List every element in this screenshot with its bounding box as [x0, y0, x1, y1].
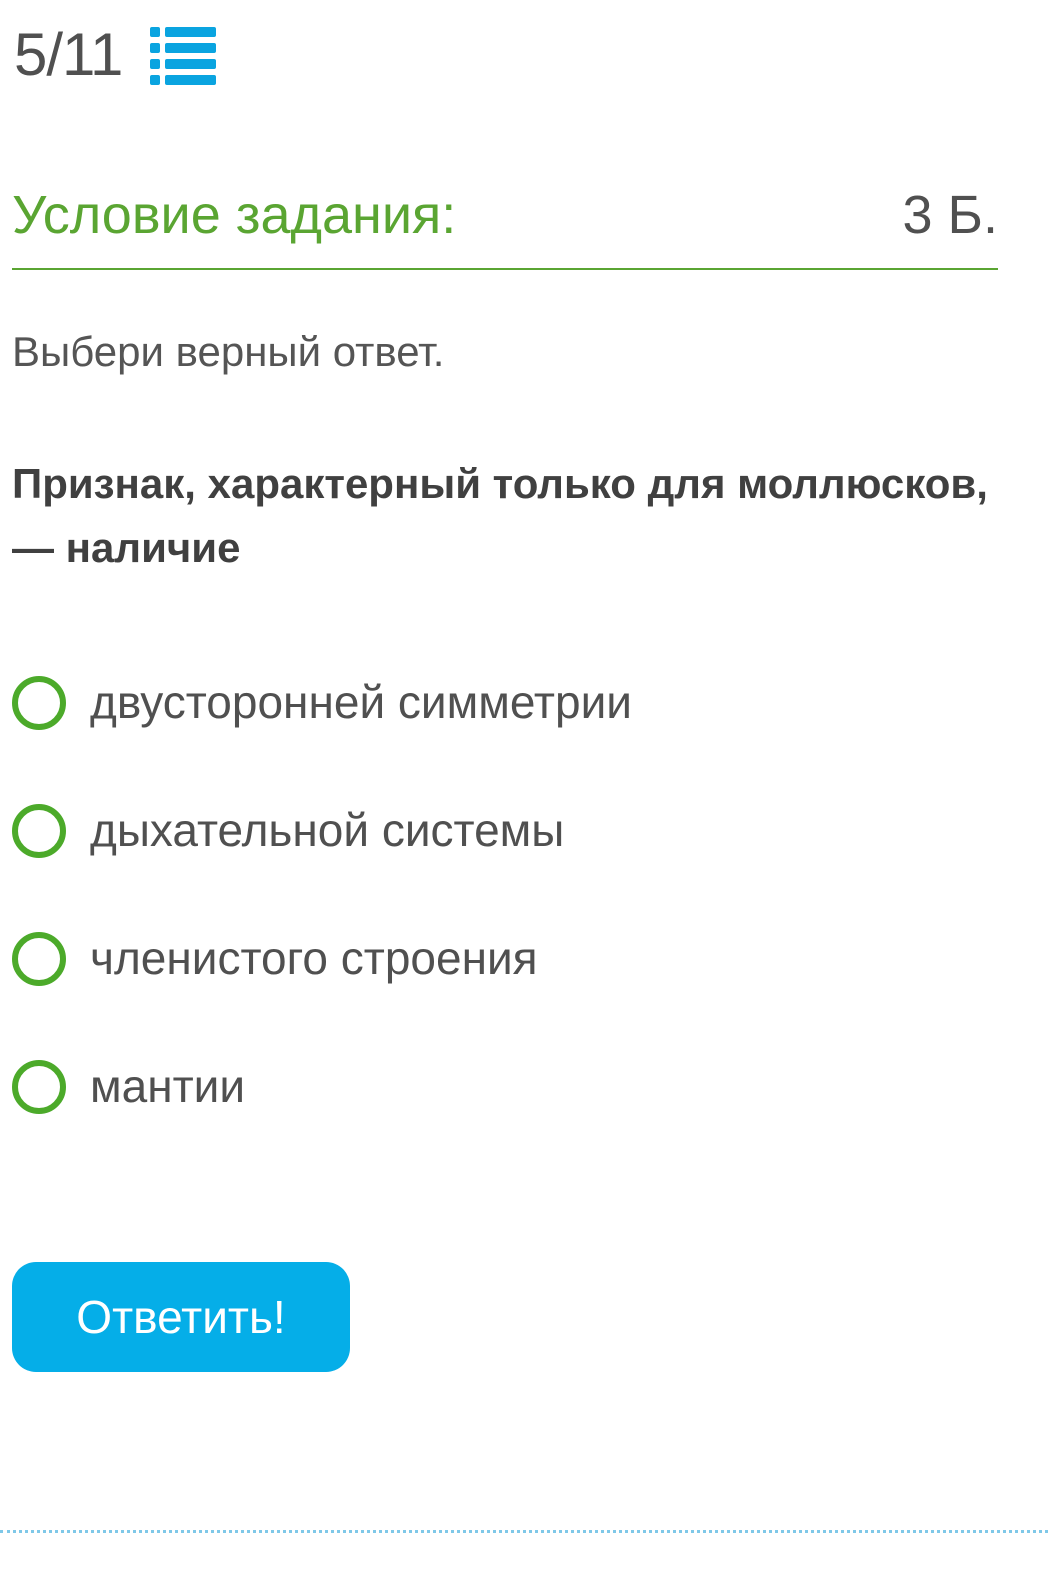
radio-button[interactable]: [12, 804, 66, 858]
question-counter: 5/11: [14, 21, 123, 88]
instruction-text: Выбери верный ответ.: [12, 328, 445, 375]
answer-option[interactable]: двусторонней симметрии: [12, 670, 1012, 798]
submit-button[interactable]: Ответить!: [12, 1262, 350, 1372]
dotted-divider: [0, 1530, 1048, 1533]
radio-button[interactable]: [12, 932, 66, 986]
radio-button[interactable]: [12, 1060, 66, 1114]
answer-option-label: двусторонней симметрии: [90, 676, 632, 728]
answer-option[interactable]: членистого строения: [12, 926, 1012, 1054]
answer-option-label: дыхательной системы: [90, 804, 565, 856]
answer-option[interactable]: дыхательной системы: [12, 798, 1012, 926]
question-text: Признак, характерный только для моллюско…: [12, 460, 988, 571]
task-title: Условие задания:: [12, 185, 457, 245]
answer-option-label: членистого строения: [90, 932, 538, 984]
radio-button[interactable]: [12, 676, 66, 730]
task-header: Условие задания: 3 Б.: [12, 178, 998, 270]
answer-option-label: мантии: [90, 1060, 246, 1112]
progress-bar: 5/11: [14, 18, 217, 92]
task-points: 3 Б.: [902, 185, 998, 245]
list-icon[interactable]: [150, 27, 217, 87]
answer-option[interactable]: мантии: [12, 1054, 1012, 1182]
answer-options: двусторонней симметрии дыхательной систе…: [12, 670, 1012, 1182]
